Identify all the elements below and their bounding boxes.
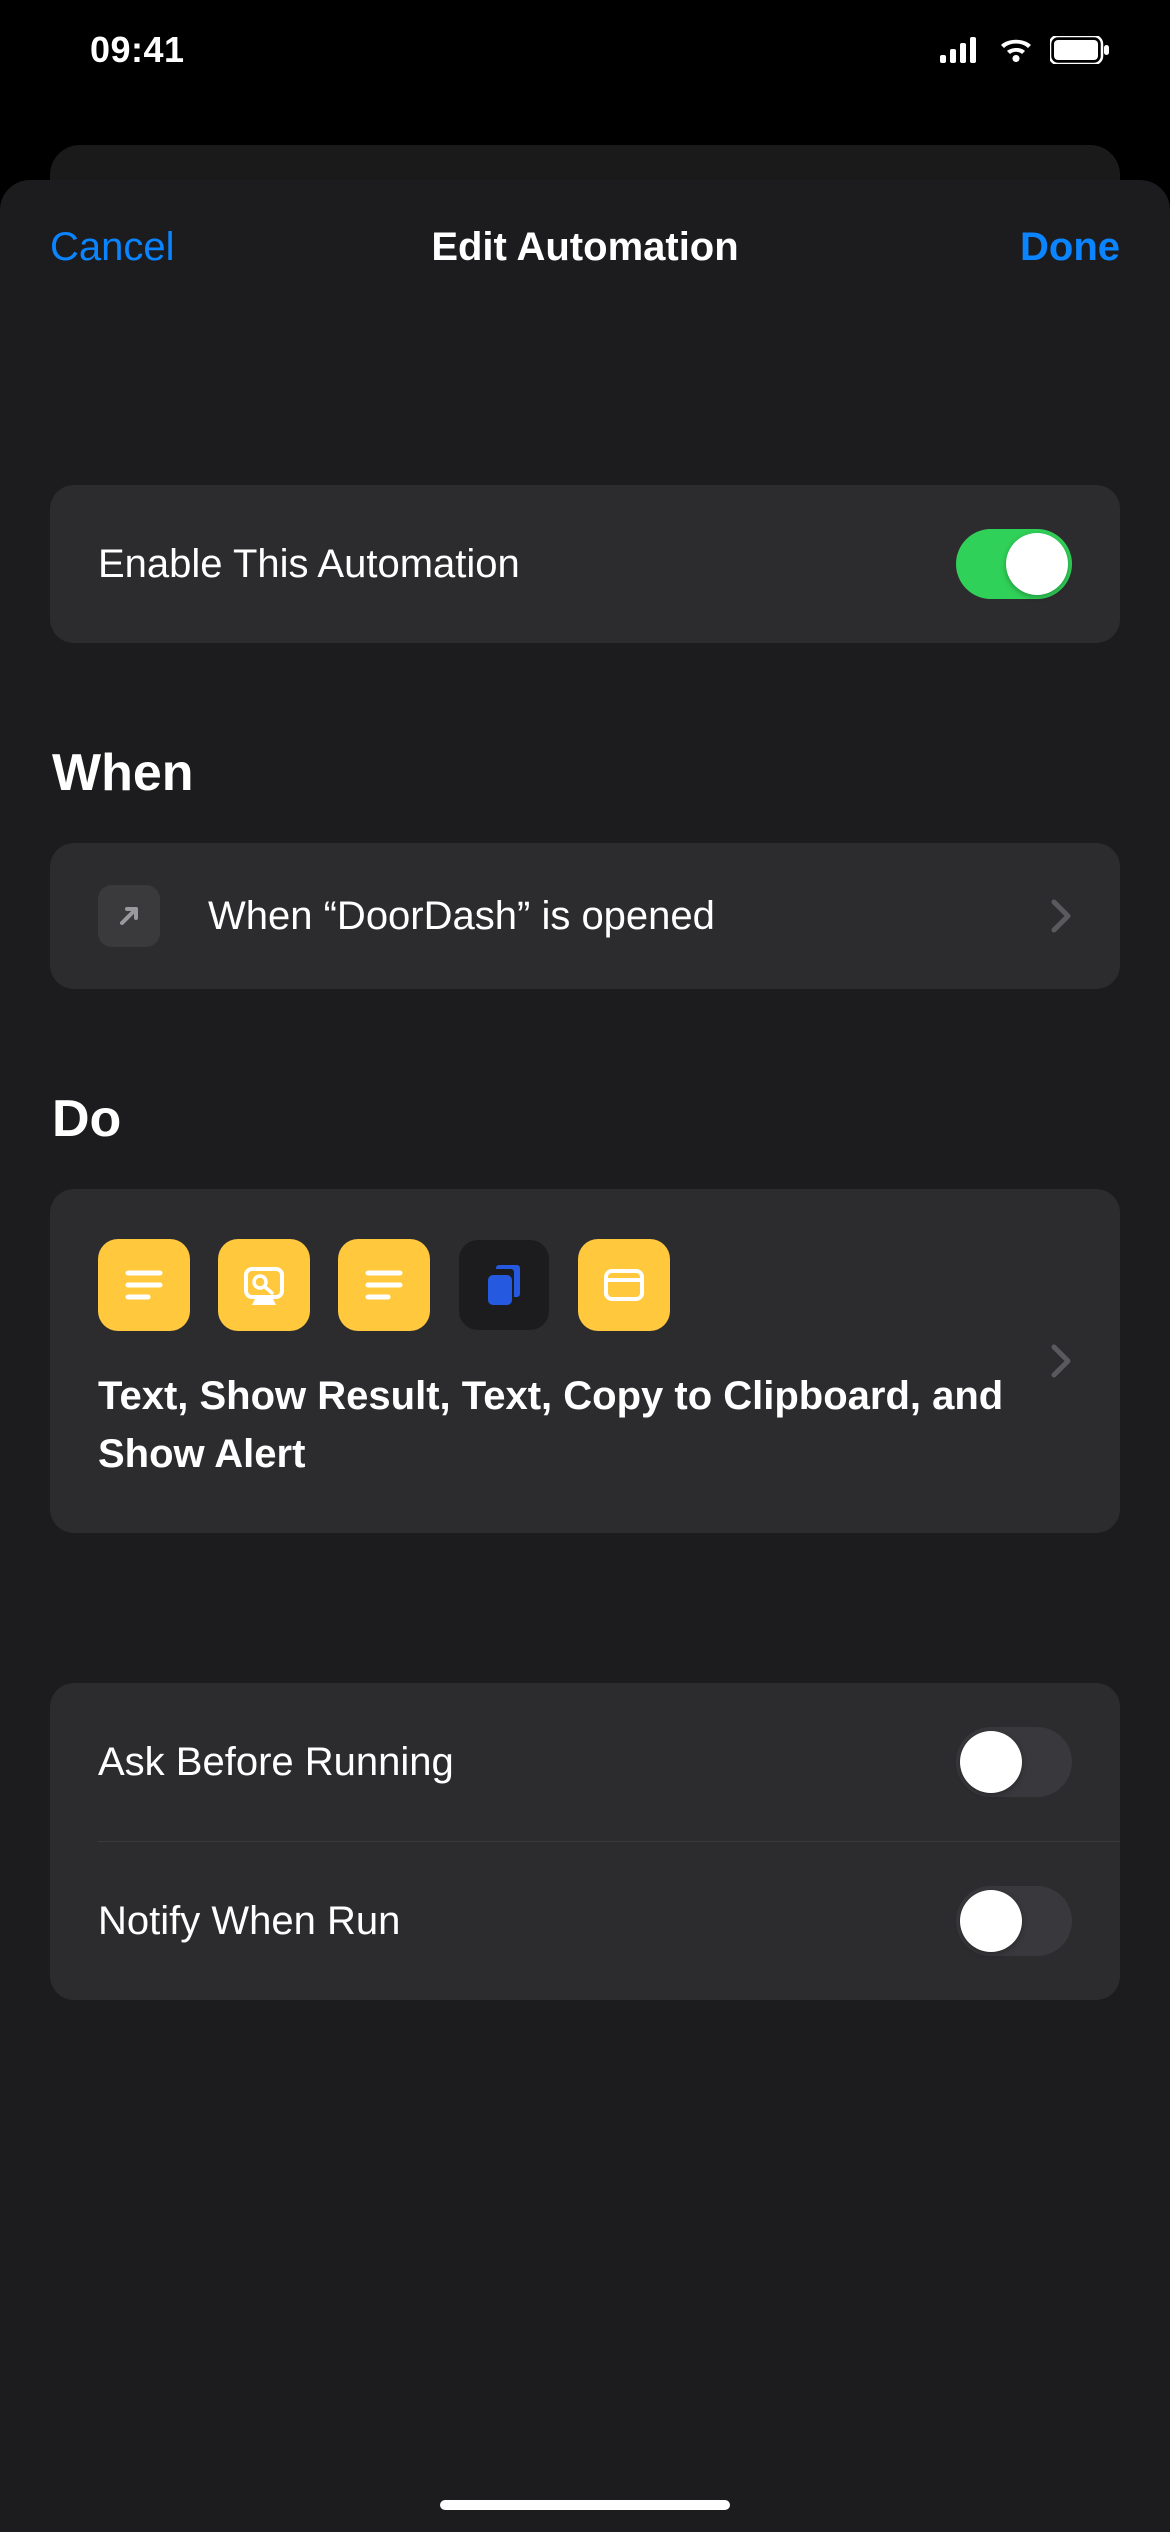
cellular-icon <box>940 37 982 63</box>
chevron-right-icon <box>1050 1343 1072 1379</box>
enable-switch[interactable] <box>956 529 1072 599</box>
enable-label: Enable This Automation <box>98 542 956 587</box>
status-bar: 09:41 <box>0 0 1170 100</box>
copy-clipboard-icon <box>458 1239 550 1331</box>
notify-label: Notify When Run <box>98 1899 956 1944</box>
show-result-icon <box>218 1239 310 1331</box>
text-icon <box>338 1239 430 1331</box>
status-time: 09:41 <box>90 29 185 71</box>
text-icon <box>98 1239 190 1331</box>
when-header: When <box>52 743 1120 803</box>
cancel-button[interactable]: Cancel <box>50 225 175 270</box>
nav-bar: Cancel Edit Automation Done <box>0 180 1170 320</box>
ask-before-running-row: Ask Before Running <box>50 1683 1120 1841</box>
notify-when-run-row: Notify When Run <box>50 1842 1120 2000</box>
show-alert-icon <box>578 1239 670 1331</box>
done-button[interactable]: Done <box>1020 225 1120 270</box>
do-action-icons <box>98 1239 1030 1331</box>
home-indicator[interactable] <box>440 2500 730 2510</box>
enable-row: Enable This Automation <box>50 485 1120 643</box>
do-summary: Text, Show Result, Text, Copy to Clipboa… <box>98 1367 1030 1483</box>
content: Enable This Automation When When “DoorDa… <box>0 320 1170 2000</box>
notify-when-run-switch[interactable] <box>956 1886 1072 1956</box>
battery-icon <box>1050 36 1110 64</box>
page-title: Edit Automation <box>431 225 738 270</box>
chevron-right-icon <box>1050 898 1072 934</box>
do-card[interactable]: Text, Show Result, Text, Copy to Clipboa… <box>50 1189 1120 1533</box>
status-icons <box>940 36 1110 64</box>
when-row[interactable]: When “DoorDash” is opened <box>50 843 1120 989</box>
when-text: When “DoorDash” is opened <box>208 894 1050 939</box>
ask-label: Ask Before Running <box>98 1740 956 1785</box>
modal-sheet: Cancel Edit Automation Done Enable This … <box>0 180 1170 2532</box>
wifi-icon <box>996 36 1036 64</box>
options-group: Ask Before Running Notify When Run <box>50 1683 1120 2000</box>
ask-before-running-switch[interactable] <box>956 1727 1072 1797</box>
enable-group: Enable This Automation <box>50 485 1120 643</box>
do-header: Do <box>52 1089 1120 1149</box>
app-open-icon <box>98 885 160 947</box>
